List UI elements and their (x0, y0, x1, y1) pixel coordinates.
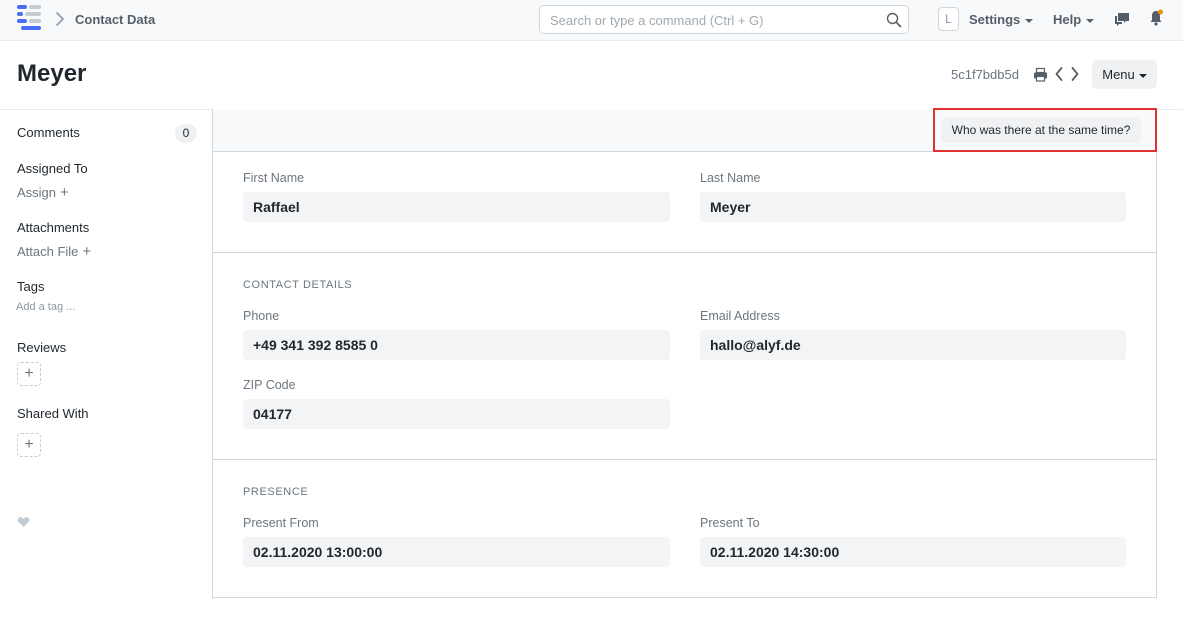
print-icon[interactable] (1033, 67, 1048, 82)
heart-icon[interactable] (17, 516, 30, 528)
phone-label: Phone (243, 309, 280, 323)
add-review-button[interactable]: + (17, 362, 41, 386)
caret-down-icon (1086, 18, 1095, 23)
who-was-there-button[interactable]: Who was there at the same time? (941, 118, 1141, 143)
user-avatar[interactable]: L (938, 7, 959, 31)
bell-icon[interactable] (1148, 9, 1164, 27)
help-dropdown[interactable]: Help (1053, 12, 1095, 27)
chat-icon[interactable] (1113, 10, 1131, 28)
sidebar-comments-label[interactable]: Comments (17, 125, 80, 140)
caret-down-icon (1025, 18, 1034, 23)
presence-heading: PRESENCE (243, 486, 309, 498)
contact-details-heading: CONTACT DETAILS (243, 279, 353, 291)
search-icon[interactable] (886, 12, 902, 28)
settings-dropdown[interactable]: Settings (969, 12, 1034, 27)
attach-file-label: Attach File (17, 244, 79, 259)
sidebar-shared-with-label: Shared With (17, 406, 89, 421)
assign-label: Assign (17, 185, 57, 200)
section-divider (213, 252, 1156, 253)
first-name-label: First Name (243, 171, 305, 185)
plus-icon: + (24, 365, 34, 382)
menu-button[interactable]: Menu (1092, 60, 1157, 89)
last-name-label: Last Name (700, 171, 761, 185)
plus-icon: + (60, 184, 69, 201)
help-label: Help (1053, 12, 1082, 27)
search-input[interactable] (550, 11, 880, 29)
app-logo-icon[interactable] (16, 5, 42, 31)
sidebar-reviews-label: Reviews (17, 340, 67, 355)
first-name-field[interactable]: Raffael (243, 192, 670, 222)
plus-icon: + (24, 436, 34, 453)
present-to-label: Present To (700, 516, 760, 530)
menu-label: Menu (1102, 67, 1135, 82)
email-label: Email Address (700, 309, 780, 323)
present-from-field[interactable]: 02.11.2020 13:00:00 (243, 537, 670, 567)
chevron-left-icon[interactable] (1054, 66, 1064, 82)
page-title: Meyer (17, 60, 87, 87)
sidebar-attachments-label: Attachments (17, 220, 90, 235)
chevron-right-icon[interactable] (1070, 66, 1080, 82)
attach-file-button[interactable]: Attach File + (17, 243, 91, 260)
present-to-field[interactable]: 02.11.2020 14:30:00 (700, 537, 1126, 567)
zip-code-field[interactable]: 04177 (243, 399, 670, 429)
assign-button[interactable]: Assign + (17, 184, 69, 201)
zip-code-label: ZIP Code (243, 378, 296, 392)
breadcrumb-contact-data[interactable]: Contact Data (75, 12, 155, 27)
add-share-button[interactable]: + (17, 433, 41, 457)
document-id: 5c1f7bdb5d (951, 67, 1019, 82)
navbar: Contact Data L Settings Help (0, 0, 1183, 41)
chevron-right-icon (56, 12, 64, 26)
sidebar-assigned-to-label: Assigned To (17, 161, 88, 176)
phone-field[interactable]: +49 341 392 8585 0 (243, 330, 670, 360)
search-bar[interactable] (539, 5, 909, 34)
email-field[interactable]: hallo@alyf.de (700, 330, 1126, 360)
section-divider (213, 459, 1156, 460)
present-from-label: Present From (243, 516, 319, 530)
comments-count-badge: 0 (175, 124, 197, 143)
sidebar-tags-label: Tags (17, 279, 45, 294)
last-name-field[interactable]: Meyer (700, 192, 1126, 222)
settings-label: Settings (969, 12, 1021, 27)
plus-icon: + (82, 243, 92, 260)
caret-down-icon (1138, 73, 1147, 78)
add-tag-input[interactable]: Add a tag ... (16, 301, 75, 313)
